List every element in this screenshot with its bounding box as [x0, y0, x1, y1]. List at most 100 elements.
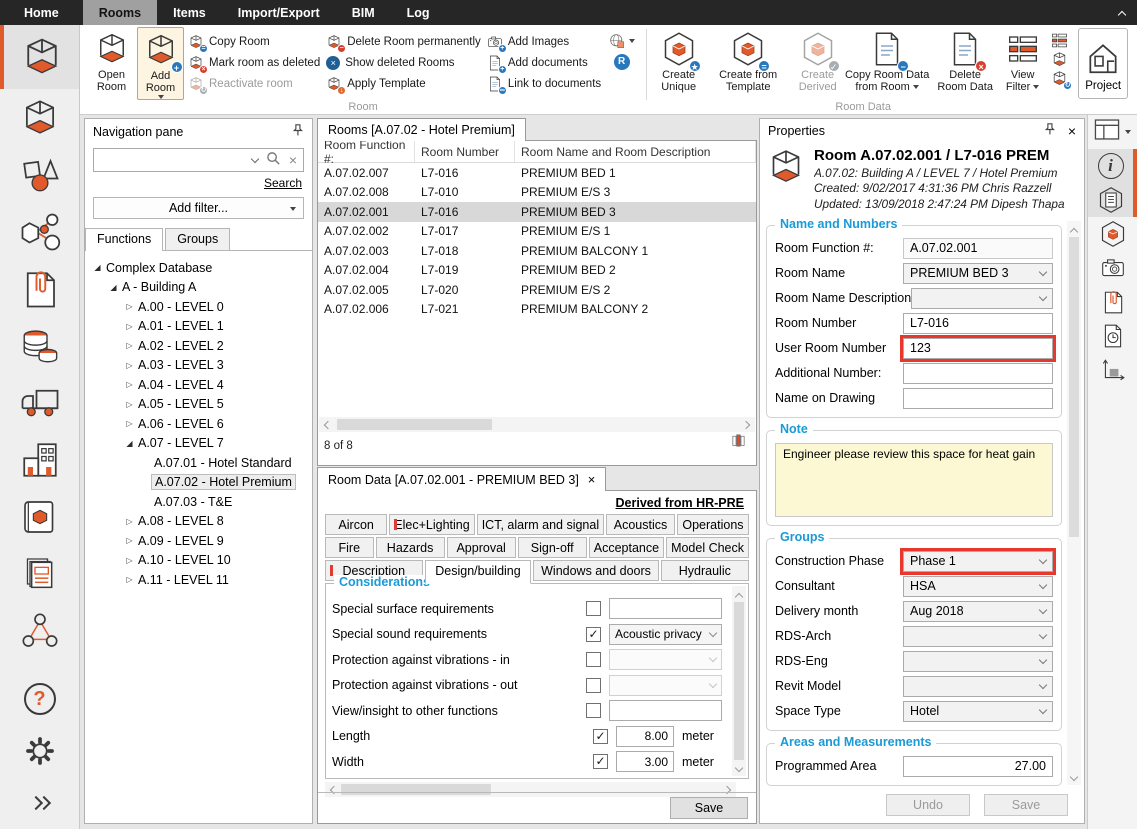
menu-tab-rooms[interactable]: Rooms: [83, 0, 157, 25]
room-sync-icon[interactable]: ↻: [1051, 70, 1068, 87]
rooms-table-header[interactable]: Room Function #: Room Number Room Name a…: [318, 141, 756, 163]
pin-icon[interactable]: [291, 124, 304, 140]
tree-item[interactable]: ▷A.04 - LEVEL 4: [87, 375, 310, 395]
attachments-panel-icon[interactable]: [1088, 285, 1137, 319]
sidebar-room-templates-icon[interactable]: [0, 89, 79, 146]
rds-eng-select[interactable]: [903, 651, 1053, 672]
collapse-ribbon-icon[interactable]: [1118, 11, 1126, 19]
add-filter-dropdown[interactable]: Add filter...: [93, 197, 304, 219]
search-icon[interactable]: [266, 151, 281, 169]
panel-layout-icon[interactable]: [1094, 119, 1120, 145]
images-panel-icon[interactable]: [1088, 251, 1137, 285]
vibrations-out-select[interactable]: [609, 675, 722, 696]
room-row-selected[interactable]: A.07.02.001L7-016PREMIUM BED 3: [318, 202, 756, 222]
tab-sign-off[interactable]: Sign-off: [518, 537, 587, 558]
log-panel-icon[interactable]: [1088, 319, 1137, 353]
tab-hazards[interactable]: Hazards: [376, 537, 445, 558]
tree-item[interactable]: ▷A.05 - LEVEL 5: [87, 395, 310, 415]
tree-item[interactable]: A.07.01 - Hotel Standard: [87, 453, 310, 473]
checkbox-checked[interactable]: [593, 729, 608, 744]
checkbox-checked[interactable]: [593, 754, 608, 769]
measurements-panel-icon[interactable]: [1088, 353, 1137, 387]
tree-item-selected[interactable]: A.07.02 - Hotel Premium: [87, 473, 310, 493]
tab-windows-doors[interactable]: Windows and doors: [533, 560, 658, 581]
copy-room-data-from-room-button[interactable]: − Copy Room Data from Room: [843, 27, 931, 100]
room-row[interactable]: A.07.02.005L7-020PREMIUM E/S 2: [318, 280, 756, 300]
add-images-button[interactable]: + Add Images: [487, 33, 601, 50]
checkbox[interactable]: [586, 678, 601, 693]
add-documents-button[interactable]: + Add documents: [487, 54, 601, 71]
sidebar-attachments-icon[interactable]: [0, 260, 79, 317]
sidebar-rooms-icon[interactable]: [0, 25, 79, 89]
apply-template-button[interactable]: ↓ Apply Template: [326, 75, 481, 92]
revit-icon[interactable]: R: [614, 54, 630, 70]
close-tab-icon[interactable]: ×: [588, 472, 596, 487]
delivery-month-select[interactable]: Aug 2018: [903, 601, 1053, 622]
tree-item[interactable]: ▷A.09 - LEVEL 9: [87, 531, 310, 551]
user-room-number-input[interactable]: 123: [903, 338, 1053, 359]
derived-from-link[interactable]: Derived from HR-PRE: [318, 496, 744, 510]
search-link[interactable]: Search: [85, 176, 302, 190]
tree-item[interactable]: ▷A.11 - LEVEL 11: [87, 570, 310, 590]
close-icon[interactable]: ×: [1068, 123, 1076, 139]
tab-hydraulic[interactable]: Hydraulic: [661, 560, 749, 581]
checkbox[interactable]: [586, 601, 601, 616]
room-row[interactable]: A.07.02.004L7-019PREMIUM BED 2: [318, 261, 756, 281]
room-list-settings-icon[interactable]: [1051, 32, 1068, 49]
menu-tab-import-export[interactable]: Import/Export: [222, 0, 336, 25]
room-data-tab[interactable]: Room Data [A.07.02.001 - PREMIUM BED 3] …: [317, 467, 606, 491]
tab-aircon[interactable]: Aircon: [325, 514, 387, 535]
additional-number-input[interactable]: [903, 363, 1053, 384]
rooms-horizontal-scrollbar[interactable]: [319, 417, 755, 432]
properties-vertical-scrollbar[interactable]: [1067, 221, 1081, 785]
column-chooser-icon[interactable]: [730, 432, 747, 454]
search-input[interactable]: [100, 153, 244, 167]
items-panel-icon[interactable]: [1088, 217, 1137, 251]
room-row[interactable]: A.07.02.006L7-021PREMIUM BALCONY 2: [318, 300, 756, 320]
tree-item[interactable]: ◢A.07 - LEVEL 7: [87, 434, 310, 454]
vibrations-in-select[interactable]: [609, 649, 722, 670]
room-filter-icon[interactable]: [1051, 51, 1068, 68]
expand-sidebar-icon[interactable]: [0, 777, 79, 829]
tab-acceptance[interactable]: Acceptance: [589, 537, 664, 558]
copy-room-button[interactable]: = Copy Room: [188, 33, 320, 50]
tree-item[interactable]: ◢Complex Database: [87, 258, 310, 278]
tree-item[interactable]: ▷A.08 - LEVEL 8: [87, 512, 310, 532]
space-type-select[interactable]: Hotel: [903, 701, 1053, 722]
clear-search-icon[interactable]: ×: [289, 152, 297, 168]
sidebar-reports-icon[interactable]: [0, 545, 79, 602]
tab-fire[interactable]: Fire: [325, 537, 374, 558]
tab-design-building[interactable]: Design/building: [425, 560, 532, 584]
pin-icon[interactable]: [1043, 123, 1056, 139]
room-name-select[interactable]: PREMIUM BED 3: [903, 263, 1053, 284]
room-data-panel-icon[interactable]: [1088, 183, 1133, 217]
help-icon[interactable]: ?: [0, 673, 79, 725]
link-to-documents-button[interactable]: ∞ Link to documents: [487, 75, 601, 92]
create-derived-button[interactable]: ✓ Create Derived: [794, 27, 841, 100]
tab-groups[interactable]: Groups: [165, 228, 230, 250]
properties-save-button[interactable]: Save: [984, 794, 1068, 816]
settings-gear-icon[interactable]: [0, 725, 79, 777]
create-from-template-button[interactable]: = Create from Template: [704, 27, 792, 100]
special-sound-select[interactable]: Acoustic privacy: [609, 624, 722, 645]
tree-item[interactable]: ▷A.00 - LEVEL 0: [87, 297, 310, 317]
search-history-caret-icon[interactable]: [251, 154, 259, 162]
reactivate-room-button[interactable]: ↻ Reactivate room: [188, 75, 320, 92]
project-button[interactable]: Project: [1078, 28, 1128, 99]
tab-ict-alarm-signal[interactable]: ICT, alarm and signal: [477, 514, 604, 535]
menu-tab-bim[interactable]: BIM: [336, 0, 391, 25]
info-panel-icon[interactable]: i: [1088, 149, 1133, 183]
room-data-save-button[interactable]: Save: [670, 797, 748, 819]
sidebar-catalog-icon[interactable]: [0, 488, 79, 545]
tree-item[interactable]: ▷A.06 - LEVEL 6: [87, 414, 310, 434]
room-row[interactable]: A.07.02.003L7-018PREMIUM BALCONY 1: [318, 241, 756, 261]
checkbox-checked[interactable]: [586, 627, 601, 642]
sidebar-collaboration-icon[interactable]: [0, 602, 79, 659]
note-textarea[interactable]: Engineer please review this space for he…: [775, 443, 1053, 517]
menu-tab-log[interactable]: Log: [391, 0, 446, 25]
special-surface-input[interactable]: [609, 598, 722, 619]
construction-phase-select[interactable]: Phase 1: [903, 551, 1053, 572]
language-globe-icon[interactable]: [608, 32, 635, 50]
revit-model-select[interactable]: [903, 676, 1053, 697]
rds-arch-select[interactable]: [903, 626, 1053, 647]
